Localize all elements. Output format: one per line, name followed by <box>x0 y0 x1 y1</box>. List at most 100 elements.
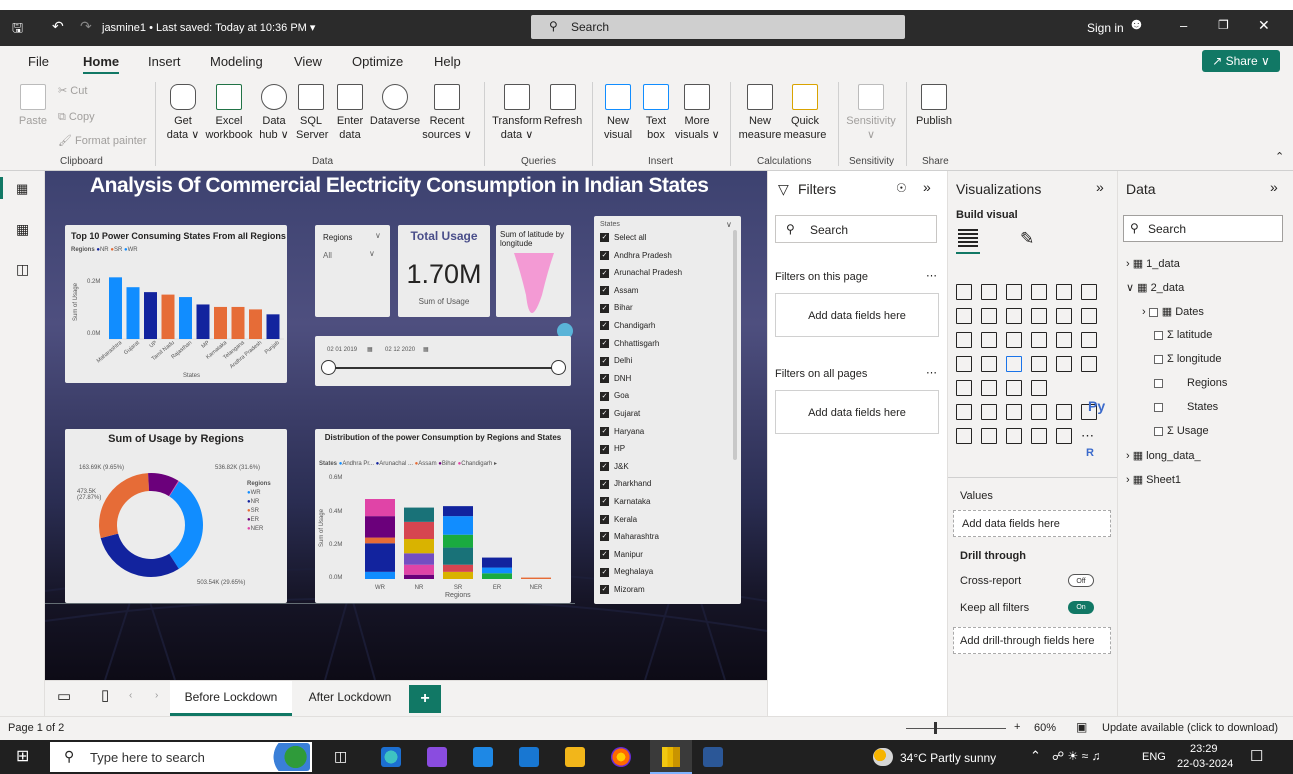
menu-view[interactable]: View <box>294 54 322 69</box>
scrollbar[interactable] <box>733 230 737 460</box>
tab-prev-icon[interactable]: ‹ <box>129 690 132 701</box>
power-apps-icon[interactable] <box>981 428 997 444</box>
report-canvas[interactable]: Analysis Of Commercial Electricity Consu… <box>45 171 767 680</box>
format-visual-icon[interactable]: ✎ <box>1020 229 1034 249</box>
menu-file[interactable]: File <box>28 54 49 69</box>
table-long-data[interactable]: › ▦ long_data_ <box>1126 449 1201 462</box>
usage-by-regions-donut[interactable]: Sum of Usage by Regions 163.69K (9.65%) … <box>65 429 287 603</box>
state-item[interactable]: ✓ Chandigarh <box>600 321 682 339</box>
new-measure-button[interactable]: New measure <box>737 84 783 142</box>
menu-home[interactable]: Home <box>83 54 120 74</box>
drill-through-drop[interactable]: Add drill-through fields here <box>953 627 1111 654</box>
state-item[interactable]: ✓ Meghalaya <box>600 567 682 585</box>
checked-checkbox-icon[interactable]: ✓ <box>600 567 609 577</box>
slider-handle-end[interactable] <box>551 360 566 375</box>
stacked-column-icon[interactable] <box>981 284 997 300</box>
checked-checkbox-icon[interactable]: ✓ <box>600 286 609 296</box>
collapse-pane-icon[interactable]: » <box>1096 179 1104 195</box>
more-icon[interactable]: ⋯ <box>1081 428 1097 444</box>
restore-icon[interactable]: ❐ <box>1218 18 1229 32</box>
field-longitude[interactable]: Σ longitude <box>1154 353 1222 365</box>
checked-checkbox-icon[interactable]: ✓ <box>600 391 609 401</box>
mail-icon[interactable] <box>473 747 493 767</box>
100-bar-icon[interactable] <box>1056 284 1072 300</box>
undo-icon[interactable]: ↶ <box>52 18 64 35</box>
checked-checkbox-icon[interactable]: ✓ <box>600 374 609 384</box>
windows-start-icon[interactable]: ⊞ <box>16 746 29 766</box>
checked-checkbox-icon[interactable]: ✓ <box>600 462 609 472</box>
desktop-layout-icon[interactable]: ▭ <box>57 687 71 705</box>
recent-sources-button[interactable]: Recent sources ∨ <box>422 84 472 142</box>
state-item[interactable]: ✓ Haryana <box>600 427 682 445</box>
copy-button[interactable]: ⧉ Copy <box>58 110 95 124</box>
checkbox[interactable] <box>1154 378 1163 388</box>
task-view-icon[interactable]: ◫ <box>334 748 347 765</box>
field-states[interactable]: States <box>1154 401 1218 413</box>
date-to[interactable]: 02 12 2020 <box>385 347 415 353</box>
stacked-column-chart[interactable]: Distribution of the power Consumption by… <box>315 429 571 603</box>
state-item[interactable]: ✓ Arunachal Pradesh <box>600 268 682 286</box>
top10-bar-chart[interactable]: Top 10 Power Consuming States From all R… <box>65 225 287 383</box>
viz-r-icon[interactable]: R <box>1086 447 1094 459</box>
shape-map-icon[interactable] <box>956 428 972 444</box>
weather-text[interactable]: 34°C Partly sunny <box>900 751 996 765</box>
paste-button[interactable]: Paste <box>16 84 50 128</box>
azure-map-icon[interactable] <box>1006 356 1022 372</box>
sign-in-link[interactable]: Sign in <box>1087 21 1124 35</box>
clock-date[interactable]: 22-03-2024 <box>1177 758 1233 770</box>
data-hub-button[interactable]: Data hub ∨ <box>257 84 291 142</box>
chevron-down-icon[interactable]: ∨ <box>726 220 732 229</box>
model-view-icon[interactable]: ◫ <box>16 261 29 278</box>
table-icon[interactable] <box>1006 380 1022 396</box>
tab-next-icon[interactable]: › <box>155 690 158 701</box>
checkbox[interactable] <box>1154 426 1163 436</box>
chevrons-icon[interactable] <box>1056 428 1072 444</box>
state-item[interactable]: ✓ HP <box>600 444 682 462</box>
cross-report-toggle[interactable]: Off <box>1068 574 1094 587</box>
menu-optimize[interactable]: Optimize <box>352 54 403 69</box>
filters-search-input[interactable]: ⚲ Search <box>775 215 937 243</box>
collapse-ribbon-icon[interactable]: ⌃ <box>1275 150 1284 163</box>
report-view-icon[interactable]: ▦ <box>16 181 28 197</box>
zoom-level[interactable]: 60% <box>1034 722 1056 734</box>
menu-insert[interactable]: Insert <box>148 54 181 69</box>
total-usage-card[interactable]: Total Usage 1.70M Sum of Usage <box>398 225 490 317</box>
stacked-area-icon[interactable] <box>1006 308 1022 324</box>
checked-checkbox-icon[interactable]: ✓ <box>600 514 609 524</box>
state-item[interactable]: ✓ Jharkhand <box>600 479 682 497</box>
sql-server-button[interactable]: SQL Server <box>296 84 328 142</box>
checked-checkbox-icon[interactable]: ✓ <box>600 338 609 348</box>
data-search-input[interactable]: ⚲ Search <box>1123 215 1283 242</box>
checked-checkbox-icon[interactable]: ✓ <box>600 268 609 278</box>
clustered-bar-icon[interactable] <box>1006 284 1022 300</box>
table-1-data[interactable]: › ▦ 1_data <box>1126 257 1180 270</box>
checkbox[interactable] <box>1148 307 1158 317</box>
checkbox[interactable] <box>1154 330 1163 340</box>
filters-on-all-drop[interactable]: Add data fields here <box>775 390 939 434</box>
checked-checkbox-icon[interactable]: ✓ <box>600 444 609 454</box>
zoom-handle[interactable] <box>934 722 937 734</box>
slicer-icon[interactable] <box>981 380 997 396</box>
diamond-icon[interactable] <box>1031 428 1047 444</box>
firefox-icon[interactable] <box>611 747 631 767</box>
eye-icon[interactable]: ☉ <box>896 181 907 195</box>
viz-python-icon[interactable]: Py <box>1088 398 1105 414</box>
state-item[interactable]: ✓ Gujarat <box>600 409 682 427</box>
quick-measure-button[interactable]: Quick measure <box>782 84 828 142</box>
checkbox[interactable] <box>1154 402 1163 412</box>
new-visual-button[interactable]: New visual <box>601 84 635 142</box>
state-item[interactable]: ✓ Maharashtra <box>600 532 682 550</box>
mobile-layout-icon[interactable]: ▯ <box>101 686 109 704</box>
build-visual-tab[interactable] <box>956 226 980 254</box>
account-icon[interactable]: ☻ <box>1128 16 1145 34</box>
pie-icon[interactable] <box>1031 332 1047 348</box>
text-box-button[interactable]: Text box <box>641 84 671 142</box>
100-column-icon[interactable] <box>1081 284 1097 300</box>
enter-data-button[interactable]: Enter data <box>333 84 367 142</box>
key-influencers-icon[interactable] <box>956 404 972 420</box>
get-data-button[interactable]: Get data ∨ <box>163 84 203 142</box>
field-regions[interactable]: Regions <box>1154 377 1227 389</box>
tab-before-lockdown[interactable]: Before Lockdown <box>170 681 292 716</box>
state-item[interactable]: ✓ Kerala <box>600 515 682 533</box>
power-automate-icon[interactable] <box>1006 428 1022 444</box>
